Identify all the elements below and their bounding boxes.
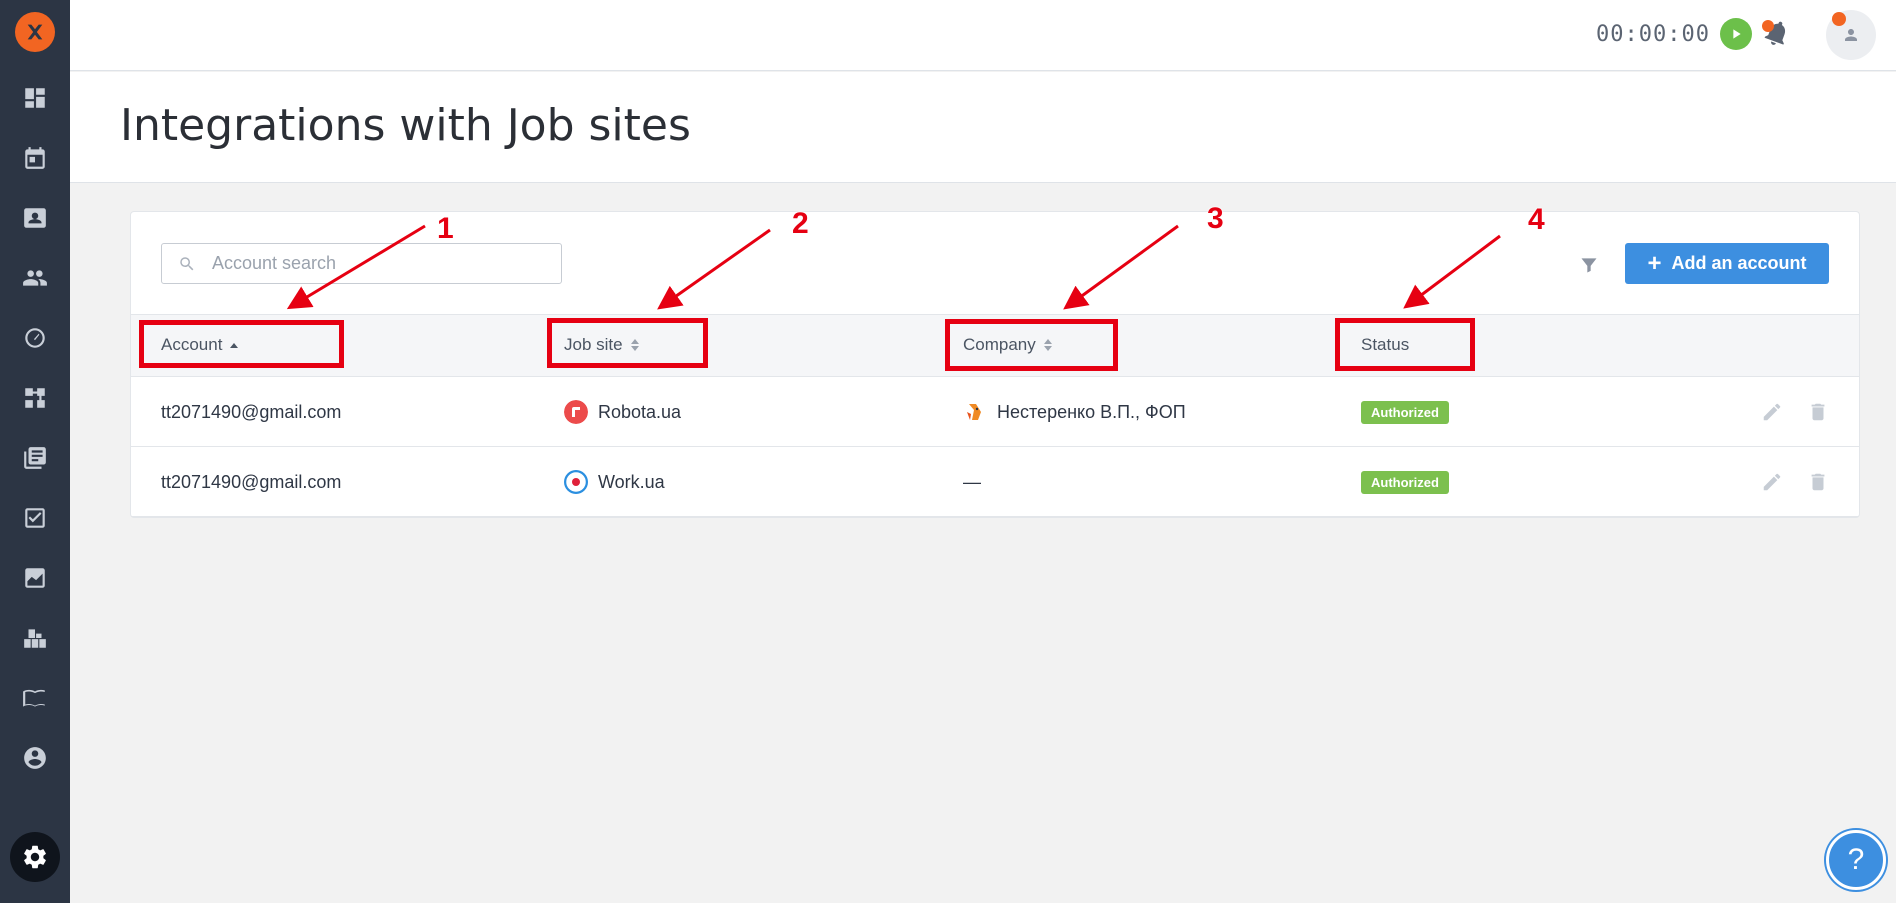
gear-icon: [24, 845, 46, 869]
delete-trash-icon[interactable]: [1807, 471, 1829, 493]
dashboard-icon: [25, 88, 45, 108]
filter-button[interactable]: [1579, 255, 1599, 275]
timer-start-button[interactable]: [1720, 18, 1752, 50]
gauge-icon: [25, 328, 45, 348]
integrations-card: + Add an account Account Job site Compan…: [130, 211, 1860, 518]
calendar-icon: [25, 147, 45, 169]
filter-icon: [1581, 258, 1597, 273]
sidebar-item-team[interactable]: [0, 258, 70, 298]
sidebar-item-library[interactable]: [0, 438, 70, 478]
sort-asc-icon: [230, 342, 239, 348]
search-icon: [180, 257, 194, 271]
account-search-input[interactable]: [210, 244, 550, 283]
app-logo[interactable]: [15, 12, 55, 52]
people-icon: [23, 270, 47, 286]
status-badge: Authorized: [1361, 470, 1449, 494]
cell-account: tt2071490@gmail.com: [161, 471, 342, 492]
sidebar: [0, 0, 70, 903]
robota-ua-icon: [564, 400, 588, 424]
notifications-button[interactable]: [1762, 18, 1796, 52]
sort-icon: [1043, 339, 1052, 351]
add-account-label: Add an account: [1671, 253, 1807, 273]
cell-job-site: Robota.ua: [564, 377, 681, 447]
sidebar-item-profile[interactable]: [0, 738, 70, 778]
account-search[interactable]: [161, 243, 562, 284]
edit-pencil-icon[interactable]: [1761, 401, 1783, 423]
sort-icon: [630, 339, 639, 351]
delete-trash-icon[interactable]: [1807, 401, 1829, 423]
cell-status: Authorized: [1361, 447, 1449, 517]
boxes-icon: [24, 629, 46, 648]
workflow-icon: [25, 388, 45, 408]
company-logo-icon: [967, 404, 981, 420]
table-row: tt2071490@gmail.com Work.ua — Authorized: [131, 447, 1859, 517]
sidebar-item-settings[interactable]: [10, 832, 60, 882]
column-header-company[interactable]: Company: [963, 335, 1052, 355]
cell-company-empty: —: [963, 471, 981, 492]
sidebar-item-tasks[interactable]: [0, 498, 70, 538]
page-header: Integrations with Job sites: [70, 72, 1896, 183]
user-icon: [1845, 29, 1857, 41]
row-actions: [1761, 471, 1829, 493]
table-row: tt2071490@gmail.com Robota.ua Нестеренко…: [131, 377, 1859, 447]
column-header-status-label: Status: [1361, 335, 1410, 354]
row-actions: [1761, 401, 1829, 423]
sidebar-item-reports[interactable]: [0, 558, 70, 598]
add-account-button[interactable]: + Add an account: [1625, 243, 1829, 284]
column-header-company-label: Company: [963, 335, 1036, 354]
sidebar-item-speed[interactable]: [0, 318, 70, 358]
sidebar-item-boxes[interactable]: [0, 618, 70, 658]
contact-card-icon: [24, 208, 46, 228]
task-check-icon: [25, 508, 45, 528]
sidebar-item-workflow[interactable]: [0, 378, 70, 418]
topbar: 00:00:00: [70, 0, 1896, 71]
column-header-job-site[interactable]: Job site: [564, 335, 639, 355]
help-button[interactable]: ?: [1826, 830, 1886, 890]
cell-company: Нестеренко В.П., ФОП: [963, 377, 1186, 447]
cell-account: tt2071490@gmail.com: [161, 401, 342, 422]
chart-icon: [25, 568, 45, 588]
column-header-job-site-label: Job site: [564, 335, 623, 354]
table-header: Account Job site Company Status: [131, 314, 1859, 377]
account-circle-icon: [24, 747, 46, 769]
job-site-name: Work.ua: [598, 471, 665, 492]
library-icon: [24, 447, 46, 469]
logo-icon: [27, 24, 43, 40]
page-title: Integrations with Job sites: [120, 100, 691, 151]
job-site-name: Robota.ua: [598, 401, 682, 422]
sidebar-item-knowledge[interactable]: [0, 678, 70, 718]
plus-icon: +: [1647, 249, 1662, 277]
time-tracker-display: 00:00:00: [1596, 22, 1710, 47]
sidebar-item-dashboard[interactable]: [0, 78, 70, 118]
edit-pencil-icon[interactable]: [1761, 471, 1783, 493]
column-header-account[interactable]: Account: [161, 335, 239, 355]
column-header-account-label: Account: [161, 335, 223, 354]
work-ua-icon: [564, 470, 588, 494]
sidebar-item-calendar[interactable]: [0, 138, 70, 178]
book-icon: [23, 689, 45, 707]
play-icon: [1733, 29, 1741, 39]
sidebar-item-candidates[interactable]: [0, 198, 70, 238]
status-badge: Authorized: [1361, 400, 1449, 424]
notification-dot: [1762, 20, 1774, 32]
user-avatar[interactable]: [1826, 10, 1876, 60]
company-name: Нестеренко В.П., ФОП: [997, 401, 1186, 422]
avatar-status-dot: [1832, 12, 1846, 26]
column-header-status: Status: [1361, 335, 1409, 355]
cell-status: Authorized: [1361, 377, 1449, 447]
cell-job-site: Work.ua: [564, 447, 665, 517]
